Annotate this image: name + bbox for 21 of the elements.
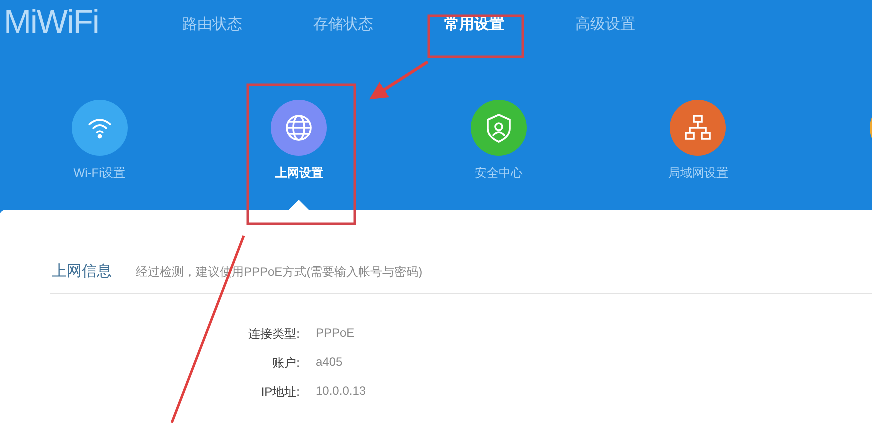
field-value: 10.0.0.13 (316, 384, 368, 400)
nav-tab[interactable]: 存储状态 (278, 14, 409, 34)
nav-tab[interactable]: 高级设置 (540, 14, 671, 34)
nav-tab[interactable]: 路由状态 (147, 14, 278, 34)
arrow (369, 60, 429, 100)
shortcut-label[interactable]: 上网设置 (275, 165, 324, 182)
section-title: 上网信息 (52, 262, 112, 281)
field-value: a405 (316, 355, 344, 371)
network-icon[interactable] (670, 100, 726, 156)
field-label: 账户: (272, 355, 300, 372)
field-value: PPPoE (316, 326, 356, 342)
shortcut-label[interactable]: 局域网设置 (668, 165, 728, 182)
shield-icon[interactable] (470, 100, 527, 156)
logo: MiWiFi (4, 3, 100, 41)
field-label: IP地址: (260, 384, 300, 401)
nav-tab[interactable]: 常用设置 (409, 14, 540, 34)
globe-icon[interactable] (271, 100, 328, 156)
field-label: 连接类型: (248, 326, 300, 343)
shortcut-label[interactable]: 安全中心 (474, 165, 523, 182)
shortcut-label[interactable]: Wi-Fi设置 (74, 165, 126, 182)
wifi-icon[interactable] (72, 100, 128, 156)
